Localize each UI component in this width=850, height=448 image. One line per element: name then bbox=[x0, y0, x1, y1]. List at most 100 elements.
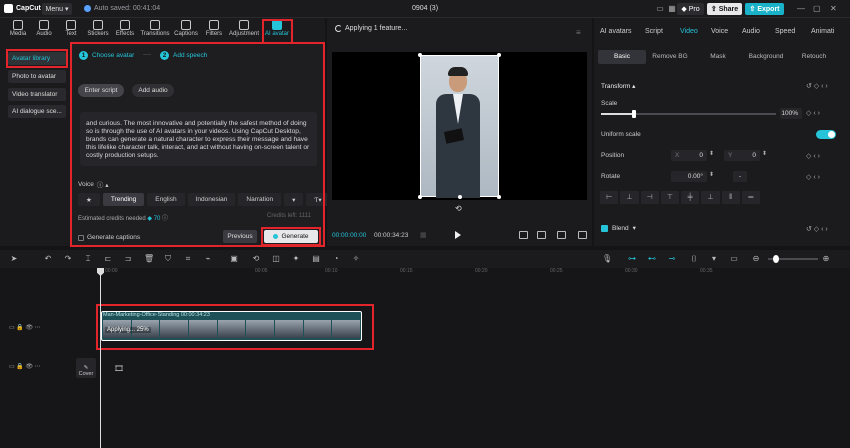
pro-button[interactable]: ◆ Pro bbox=[677, 3, 704, 15]
add-audio-button[interactable]: Add audio bbox=[132, 84, 174, 97]
uniform-scale-toggle[interactable] bbox=[816, 130, 836, 139]
delete-icon[interactable]: 🗑 bbox=[144, 255, 154, 263]
align-bottom-icon[interactable]: ⊥ bbox=[701, 191, 720, 204]
scale-slider[interactable] bbox=[601, 110, 776, 118]
subtab-retouch[interactable]: Retouch bbox=[790, 50, 838, 64]
redo-icon[interactable]: ↷ bbox=[64, 255, 72, 263]
chevron-down-icon[interactable]: ▾ bbox=[710, 255, 718, 263]
tool-effects[interactable]: Effects bbox=[111, 20, 139, 42]
layout-icon[interactable]: ▦ bbox=[667, 4, 677, 14]
tab-ai-avatars[interactable]: AI avatars bbox=[600, 28, 632, 35]
generate-captions-checkbox[interactable]: Generate captions bbox=[78, 234, 140, 241]
rotate-stepper-icon[interactable]: ⬍ bbox=[709, 171, 714, 178]
zoom-out-icon[interactable]: ⊖ bbox=[752, 255, 760, 263]
resize-handle[interactable] bbox=[418, 195, 422, 199]
freeze-icon[interactable]: ▣ bbox=[230, 255, 238, 263]
menu-button[interactable]: Menu ▾ bbox=[42, 3, 72, 15]
magic-wand-icon[interactable]: ✦ bbox=[292, 255, 300, 263]
minimize-icon[interactable]: — bbox=[797, 4, 805, 13]
script-textarea[interactable]: and curious. The most innovative and pot… bbox=[80, 112, 317, 166]
zoom-knob[interactable] bbox=[773, 255, 779, 263]
tool-ai-avatar[interactable]: AI avatar bbox=[263, 20, 291, 42]
microphone-icon[interactable]: 🎙 bbox=[602, 255, 612, 263]
subtab-mask[interactable]: Mask bbox=[694, 50, 742, 64]
distribute-h-icon[interactable]: ‖ bbox=[721, 191, 740, 204]
voice-tab-english[interactable]: English bbox=[147, 193, 185, 206]
tool-audio[interactable]: Audio bbox=[30, 20, 58, 42]
subtab-remove-bg[interactable]: Remove BG bbox=[646, 50, 694, 64]
tool-media[interactable]: Media bbox=[4, 20, 32, 42]
tab-script[interactable]: Script bbox=[645, 28, 663, 35]
reset-keyframe-icons[interactable]: ↺ ◇ ‹ › bbox=[806, 82, 828, 90]
tool-stickers[interactable]: Stickers bbox=[84, 20, 112, 42]
voice-tab-trending[interactable]: Trending bbox=[102, 193, 145, 206]
tool-captions[interactable]: Captions bbox=[172, 20, 200, 42]
close-icon[interactable]: ✕ bbox=[830, 4, 837, 13]
zoom-in-icon[interactable]: ⊕ bbox=[822, 255, 830, 263]
linkage-icon[interactable]: ⊸ bbox=[668, 255, 676, 263]
cover-button[interactable]: ✎ Cover bbox=[76, 358, 96, 378]
timeline-grid-icon[interactable]: ▦ bbox=[420, 231, 427, 239]
align-left-icon[interactable]: ⊢ bbox=[600, 191, 619, 204]
resize-handle[interactable] bbox=[458, 195, 462, 199]
tab-video[interactable]: Video bbox=[680, 28, 698, 35]
speed-icon[interactable]: ◔ bbox=[332, 255, 340, 263]
keyframe-icons[interactable]: ◇ ‹ › bbox=[806, 152, 820, 160]
shield-icon[interactable]: ⛉ bbox=[164, 255, 172, 263]
fullscreen-icon[interactable] bbox=[578, 231, 587, 239]
tool-filters[interactable]: Filters bbox=[200, 20, 228, 42]
screenshot-icon[interactable] bbox=[537, 231, 546, 239]
effects-tl-icon[interactable]: ✧ bbox=[352, 255, 360, 263]
y-stepper-icon[interactable]: ⬍ bbox=[762, 150, 767, 157]
enter-script-button[interactable]: Enter script bbox=[78, 84, 124, 97]
crop-icon[interactable]: ⌗ bbox=[184, 255, 192, 263]
monitor-icon[interactable]: ▭ bbox=[655, 4, 665, 14]
split-icon[interactable]: ⌶ bbox=[84, 255, 92, 263]
tool-text[interactable]: Text bbox=[57, 20, 85, 42]
export-button[interactable]: ⇧ Export bbox=[745, 3, 784, 15]
align-center-v-icon[interactable]: ╪ bbox=[681, 191, 700, 204]
voice-tab-indonesian[interactable]: Indonesian bbox=[187, 193, 236, 206]
sidebar-item-video-translator[interactable]: Video translator bbox=[8, 88, 66, 101]
keyframe-icons[interactable]: ◇ ‹ › bbox=[806, 109, 820, 117]
step-choose-avatar[interactable]: 1 Choose avatar bbox=[79, 51, 134, 60]
tab-speed[interactable]: Speed bbox=[775, 28, 795, 35]
menu-lines-icon[interactable]: ≡ bbox=[576, 28, 581, 37]
caption-track-icon[interactable]: ▭ bbox=[730, 255, 738, 263]
tab-audio[interactable]: Audio bbox=[742, 28, 760, 35]
slider-knob[interactable] bbox=[632, 110, 637, 118]
scale-value[interactable]: 100% bbox=[780, 108, 802, 119]
select-tool-icon[interactable]: ➤ bbox=[10, 255, 18, 263]
auto-snap-icon[interactable]: ⊷ bbox=[648, 255, 656, 263]
fit-icon[interactable] bbox=[519, 231, 528, 239]
credits-left[interactable]: Credits left: 1111 bbox=[267, 213, 311, 219]
preview-axis-icon[interactable]: ⌷ bbox=[690, 255, 698, 263]
subtab-background[interactable]: Background bbox=[742, 50, 790, 64]
sidebar-item-avatar-library[interactable]: Avatar library bbox=[8, 52, 66, 65]
rotate-handle-icon[interactable]: ⟲ bbox=[455, 204, 462, 213]
sidebar-item-ai-dialogue[interactable]: AI dialogue sce... bbox=[8, 105, 66, 118]
step-add-speech[interactable]: 2 Add speech bbox=[160, 51, 207, 60]
main-track-controls[interactable]: ▭ 🔒 👁 ⋯ bbox=[9, 363, 41, 370]
more-dropdown-icon[interactable]: ▾ bbox=[284, 193, 304, 206]
previous-button[interactable]: Previous bbox=[223, 230, 257, 243]
play-button[interactable] bbox=[455, 231, 461, 239]
align-top-icon[interactable]: ⊤ bbox=[660, 191, 679, 204]
mirror-icon[interactable]: ◫ bbox=[272, 255, 280, 263]
auto-reframe-icon[interactable]: ⌁ bbox=[204, 255, 212, 263]
position-y-input[interactable]: Y0 bbox=[724, 150, 760, 161]
subtitle-icon[interactable]: ▤ bbox=[312, 255, 320, 263]
keyframe-icons[interactable]: ◇ ‹ › bbox=[806, 173, 820, 181]
resize-handle[interactable] bbox=[418, 53, 422, 57]
rotate-input[interactable]: 0.00° bbox=[671, 171, 707, 182]
blend-section[interactable]: Blend ▾ bbox=[601, 224, 636, 232]
timeline-zoom-slider[interactable] bbox=[768, 255, 818, 263]
tool-adjustment[interactable]: Adjustment bbox=[229, 20, 259, 42]
distribute-v-icon[interactable]: ═ bbox=[741, 191, 760, 204]
tab-animation[interactable]: Animati bbox=[811, 28, 834, 35]
split-right-icon[interactable]: ⊐ bbox=[124, 255, 132, 263]
align-center-h-icon[interactable]: ⊥ bbox=[620, 191, 639, 204]
sidebar-item-photo-to-avatar[interactable]: Photo to avatar bbox=[8, 70, 66, 83]
share-button[interactable]: ⇪ Share bbox=[707, 3, 742, 15]
x-stepper-icon[interactable]: ⬍ bbox=[709, 150, 714, 157]
